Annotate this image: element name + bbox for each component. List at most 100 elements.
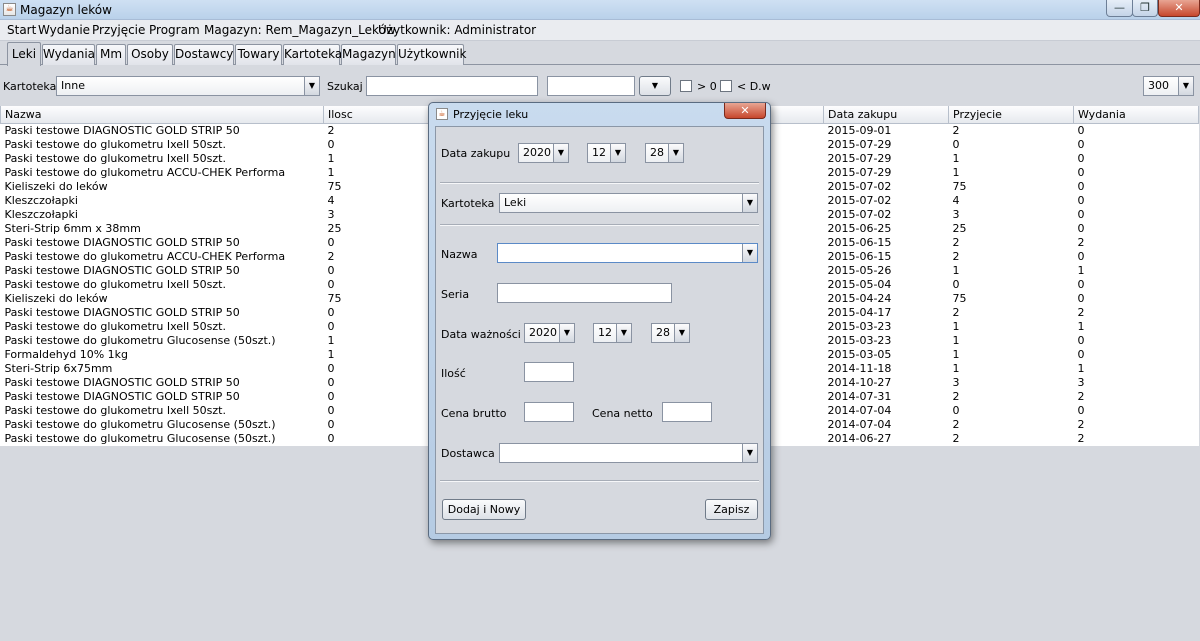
table-cell: Paski testowe do glukometru Ixell 50szt.	[4, 137, 226, 151]
menu-magazyn-info[interactable]: Magazyn: Rem_Magazyn_Leków	[204, 23, 396, 37]
chevron-down-icon[interactable]: ▼	[616, 324, 631, 342]
zakup-year-select[interactable]: 2020 ▼	[518, 143, 569, 163]
chevron-down-icon[interactable]: ▼	[1178, 77, 1193, 95]
tab-kartoteka[interactable]: Kartoteka	[283, 44, 342, 65]
table-cell: Paski testowe DIAGNOSTIC GOLD STRIP 50	[4, 235, 240, 249]
menu-wydanie[interactable]: Wydanie	[38, 23, 90, 37]
maximize-button[interactable]: ❐	[1132, 0, 1158, 17]
waz-month-select[interactable]: 12 ▼	[593, 323, 632, 343]
table-cell: 2015-04-24	[827, 291, 892, 305]
menu-program[interactable]: Program	[149, 23, 200, 37]
chevron-down-icon[interactable]: ▼	[742, 444, 757, 462]
dodaj-i-nowy-button[interactable]: Dodaj i Nowy	[442, 499, 526, 520]
table-cell: 75	[952, 179, 967, 193]
table-cell: Kleszczołapki	[4, 207, 78, 221]
ilosc-input[interactable]	[524, 362, 574, 382]
table-cell: 1	[1077, 361, 1085, 375]
tab-magazyn[interactable]: Magazyn	[341, 44, 396, 65]
seria-input[interactable]	[497, 283, 672, 303]
tab-uzytkownik[interactable]: Użytkownik	[397, 44, 466, 65]
column-header[interactable]: Data zakupu	[823, 106, 949, 124]
waz-year-select[interactable]: 2020 ▼	[524, 323, 575, 343]
nazwa-select[interactable]: ▼	[497, 243, 758, 263]
gt0-checkbox[interactable]	[680, 80, 692, 92]
dw-label: < D.w	[737, 80, 771, 93]
chevron-down-icon[interactable]: ▼	[742, 194, 757, 212]
search-secondary-input[interactable]	[547, 76, 635, 96]
table-cell: 3	[952, 207, 960, 221]
tab-towary[interactable]: Towary	[235, 44, 282, 65]
dw-checkbox[interactable]	[720, 80, 732, 92]
chevron-down-icon[interactable]: ▼	[610, 144, 625, 162]
chevron-down-icon[interactable]: ▼	[553, 144, 568, 162]
chevron-down-icon[interactable]: ▼	[304, 77, 319, 95]
table-cell: 2014-07-04	[827, 417, 892, 431]
table-cell: 2015-03-23	[827, 333, 892, 347]
chevron-down-icon[interactable]: ▼	[674, 324, 689, 342]
table-cell: 2015-05-04	[827, 277, 892, 291]
limit-select[interactable]: 300 ▼	[1143, 76, 1194, 96]
divider	[440, 224, 759, 226]
minimize-button[interactable]: —	[1106, 0, 1133, 17]
table-cell: 0	[1077, 277, 1085, 291]
table-cell: 0	[1077, 207, 1085, 221]
dostawca-select[interactable]: ▼	[499, 443, 758, 463]
table-cell: 1	[952, 151, 960, 165]
zakup-day-value: 28	[650, 146, 664, 159]
cena-netto-input[interactable]	[662, 402, 712, 422]
table-cell: 2	[952, 305, 960, 319]
close-button[interactable]: ✕	[1158, 0, 1200, 17]
waz-day-select[interactable]: 28 ▼	[651, 323, 690, 343]
tab-wydania[interactable]: Wydania	[42, 44, 95, 65]
table-cell: 4	[952, 193, 960, 207]
dialog-kartoteka-select[interactable]: Leki ▼	[499, 193, 758, 213]
column-header[interactable]: Nazwa	[0, 106, 324, 124]
zakup-day-select[interactable]: 28 ▼	[645, 143, 684, 163]
kartoteka-select[interactable]: Inne ▼	[56, 76, 320, 96]
table-cell: Paski testowe do glukometru Ixell 50szt.	[4, 403, 226, 417]
chevron-down-icon[interactable]: ▼	[668, 144, 683, 162]
chevron-down-icon[interactable]: ▼	[559, 324, 574, 342]
cena-brutto-input[interactable]	[524, 402, 574, 422]
cena-brutto-label: Cena brutto	[441, 407, 507, 420]
table-cell: 2015-07-29	[827, 137, 892, 151]
table-cell: Paski testowe DIAGNOSTIC GOLD STRIP 50	[4, 375, 240, 389]
menu-przyjecie[interactable]: Przyjęcie	[92, 23, 145, 37]
table-cell: 2014-10-27	[827, 375, 892, 389]
menu-user-info[interactable]: Użytkownik: Administrator	[378, 23, 536, 37]
dropdown-button[interactable]: ▼	[639, 76, 671, 96]
table-cell: Paski testowe do glukometru Ixell 50szt.	[4, 151, 226, 165]
title-bar: ☕ Magazyn leków — ❐ ✕	[0, 0, 1200, 20]
zakup-year-value: 2020	[523, 146, 551, 159]
table-cell: 2015-06-15	[827, 249, 892, 263]
zapisz-button[interactable]: Zapisz	[705, 499, 758, 520]
dialog-close-button[interactable]: ✕	[724, 103, 766, 119]
table-cell: 0	[1077, 221, 1085, 235]
zakup-month-select[interactable]: 12 ▼	[587, 143, 626, 163]
tab-dostawcy[interactable]: Dostawcy	[174, 44, 234, 65]
table-cell: 0	[952, 403, 960, 417]
ilosc-label: Ilość	[441, 367, 466, 380]
main-window: ☕ Magazyn leków — ❐ ✕ Start Wydanie Przy…	[0, 0, 1200, 641]
nazwa-label: Nazwa	[441, 248, 478, 261]
table-cell: Paski testowe do glukometru Glucosense (…	[4, 333, 276, 347]
seria-label: Seria	[441, 288, 470, 301]
tab-leki[interactable]: Leki	[7, 42, 41, 66]
table-cell: 1	[1077, 319, 1085, 333]
table-cell: 2	[1077, 417, 1085, 431]
table-cell: 2015-09-01	[827, 123, 892, 137]
tab-osoby[interactable]: Osoby	[127, 44, 173, 65]
column-header[interactable]: Wydania	[1073, 106, 1199, 124]
table-cell: 1	[952, 361, 960, 375]
table-cell: 0	[952, 137, 960, 151]
table-cell: 2014-11-18	[827, 361, 892, 375]
tab-strip: Leki Wydania Mm Osoby Dostawcy Towary Ka…	[0, 41, 1200, 66]
tab-mm[interactable]: Mm	[96, 44, 126, 65]
menu-start[interactable]: Start	[7, 23, 36, 37]
column-header[interactable]: Przyjecie	[948, 106, 1074, 124]
table-cell: 2	[1077, 431, 1085, 445]
kartoteka-label: Kartoteka	[3, 80, 57, 93]
search-input[interactable]	[366, 76, 538, 96]
gt0-label: > 0	[697, 80, 717, 93]
chevron-down-icon[interactable]: ▼	[742, 244, 757, 262]
